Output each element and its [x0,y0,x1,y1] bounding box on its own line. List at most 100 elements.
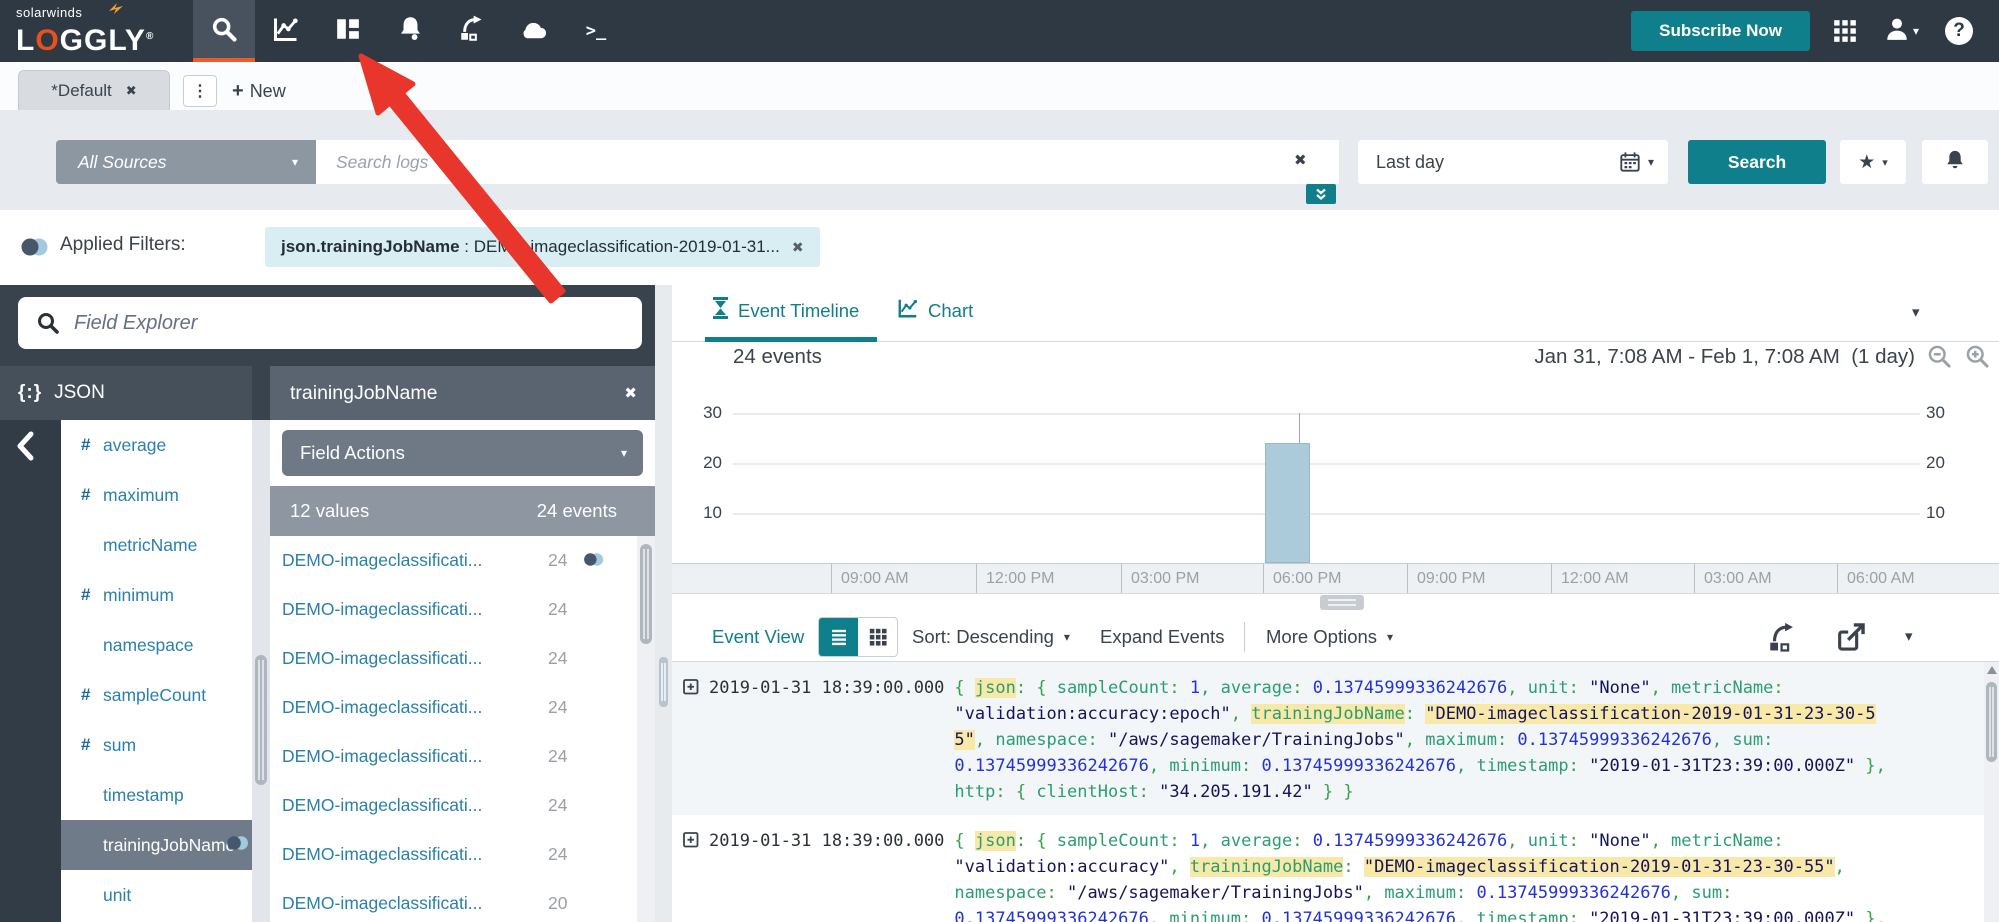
field-explorer-searchbox[interactable] [18,297,642,349]
json-token: minimum [1169,756,1241,776]
clear-search-icon[interactable]: ✖ [1294,151,1307,169]
value-row-3[interactable]: DEMO-imageclassificati...24 [270,634,637,683]
scrollbar-handle[interactable] [255,655,267,785]
json-token: unit [1528,831,1569,851]
value-row-4[interactable]: DEMO-imageclassificati...24 [270,683,637,732]
list-view-button[interactable] [819,618,858,656]
field-item-unit[interactable]: unit [61,870,252,920]
event-json[interactable]: { json: { sampleCount: 1, average: 0.137… [954,828,1904,922]
nav-dashboards-tab[interactable] [317,0,379,62]
json-token: , [1671,883,1691,903]
x-axis-tick [1263,564,1264,593]
timeline-scroll-handle[interactable] [1320,595,1364,610]
nav-alerts-tab[interactable] [379,0,441,62]
user-account-menu[interactable]: ▾ [1884,16,1919,47]
collapse-panel-chevron[interactable] [12,430,40,467]
search-button[interactable]: Search [1688,140,1826,184]
collapse-timeline-chevron[interactable]: ▾ [1912,303,1920,321]
scroll-up-arrow[interactable] [1987,666,1997,674]
filter-chip-trainingJobName[interactable]: json.trainingJobName : DEMO-imageclassif… [265,227,820,267]
value-row-1[interactable]: DEMO-imageclassificati...24 [270,536,637,585]
panel-resize-handle[interactable] [659,657,668,707]
value-count: 24 [548,697,567,718]
field-label: maximum [103,485,179,506]
event-json[interactable]: { json: { sampleCount: 1, average: 0.137… [954,675,1904,805]
remove-filter-icon[interactable]: ✖ [792,239,804,256]
field-label: average [103,435,166,456]
alert-bell-button[interactable] [1922,140,1988,184]
value-row-6[interactable]: DEMO-imageclassificati...24 [270,781,637,830]
field-item-timestamp[interactable]: timestamp [61,770,252,820]
grid-view-button[interactable] [858,618,897,656]
export-icon[interactable] [1834,620,1868,659]
field-item-sampleCount[interactable]: #sampleCount [61,670,252,720]
tab-event-timeline[interactable]: Event Timeline [712,297,859,324]
value-row-7[interactable]: DEMO-imageclassificati...24 [270,830,637,879]
help-button[interactable]: ? [1945,17,1973,45]
filter-venn-icon [583,551,605,573]
value-row-2[interactable]: DEMO-imageclassificati...24 [270,585,637,634]
nav-source-setup-tab[interactable] [441,0,503,62]
filter-venn-icon [226,834,250,857]
field-label: namespace [103,635,193,656]
field-item-minimum[interactable]: #minimum [61,570,252,620]
collapse-events-chevron[interactable]: ▾ [1905,627,1913,645]
json-token: , [1405,730,1425,750]
sort-dropdown[interactable]: Sort: Descending▾ [912,612,1070,662]
apps-grid-icon[interactable] [1832,18,1858,44]
loggly-logo[interactable]: solarwinds LOGGLY® [16,4,154,56]
close-values-panel-icon[interactable]: ✖ [624,384,637,402]
tab-chart[interactable]: Chart [897,297,973,324]
field-explorer-input[interactable] [72,297,642,349]
zoom-out-icon[interactable] [1926,343,1953,375]
subscribe-now-button[interactable]: Subscribe Now [1631,11,1810,51]
x-axis-label: 03:00 PM [1131,564,1199,593]
search-input[interactable] [316,140,1339,184]
field-item-metricName[interactable]: metricName [61,520,252,570]
time-range-picker[interactable]: Last day ▾ [1358,140,1668,184]
field-item-namespace[interactable]: namespace [61,620,252,670]
tab-close-icon[interactable]: ✖ [126,83,137,99]
json-token: trainingJobName [1190,857,1344,877]
json-token: : [1169,831,1189,851]
expand-events-button[interactable]: Expand Events [1100,612,1224,662]
saved-searches-button[interactable]: ★ ▾ [1840,140,1906,184]
search-icon [36,311,60,335]
nav-search-tab[interactable] [193,0,255,62]
json-token: : [1497,730,1517,750]
zoom-in-icon[interactable] [1964,343,1991,375]
field-list: #average#maximummetricName#minimum namesp… [61,420,252,922]
value-row-5[interactable]: DEMO-imageclassificati...24 [270,732,637,781]
field-actions-dropdown[interactable]: Field Actions ▾ [282,430,643,476]
json-token: , [1712,730,1732,750]
nav-archiving-tab[interactable] [503,0,565,62]
json-token: : [1569,756,1589,776]
json-token: 0.13745999336242676 [1313,831,1507,851]
new-tab-button[interactable]: + New [232,75,286,107]
field-label: unit [103,885,131,906]
scrollbar-handle[interactable] [640,544,652,644]
timeline-bar-24-events[interactable] [1265,443,1310,563]
json-token: "None" [1589,678,1650,698]
expand-event-icon[interactable] [683,832,699,853]
nav-console-tab[interactable]: >_ [565,0,627,62]
field-item-average[interactable]: #average [61,420,252,470]
derived-fields-icon[interactable] [1766,620,1800,659]
field-item-sum[interactable]: #sum [61,720,252,770]
json-token: average [1221,678,1293,698]
nav-charts-tab[interactable] [255,0,317,62]
json-token: 1 [1190,831,1200,851]
x-axis-tick [1121,564,1122,593]
expand-search-chevrons[interactable] [1306,184,1336,204]
tab-options-button[interactable]: ⋮ [183,75,217,107]
more-options-dropdown[interactable]: More Options▾ [1266,612,1393,662]
json-group-header[interactable]: {:} JSON [0,366,252,420]
value-row-8[interactable]: DEMO-imageclassificati...20 [270,879,637,922]
tab-default[interactable]: *Default ✖ [18,70,170,110]
field-item-trainingJobName[interactable]: trainingJobName [61,820,252,870]
field-item-maximum[interactable]: #maximum [61,470,252,520]
all-sources-dropdown[interactable]: All Sources ▾ [56,140,316,184]
json-token: : [1088,730,1108,750]
expand-event-icon[interactable] [683,679,699,700]
scrollbar-handle[interactable] [1986,682,1997,762]
